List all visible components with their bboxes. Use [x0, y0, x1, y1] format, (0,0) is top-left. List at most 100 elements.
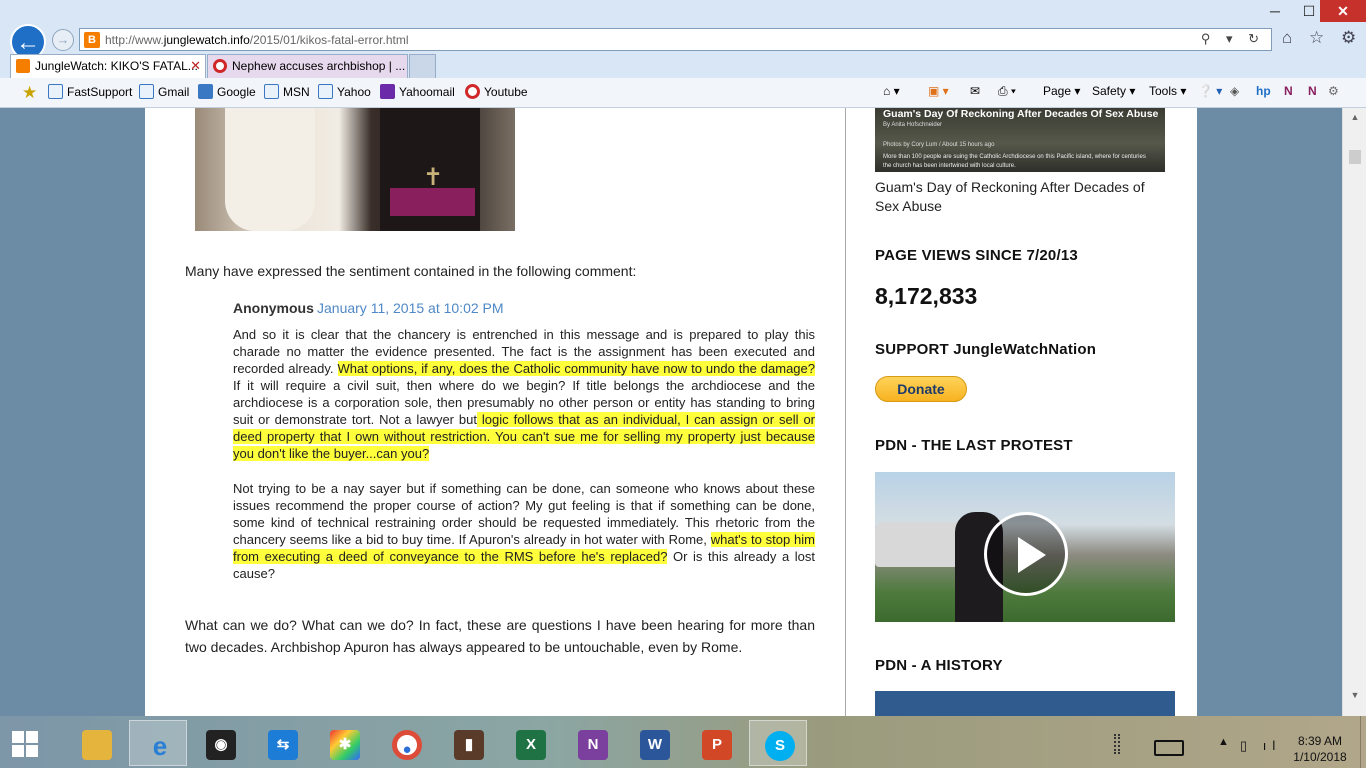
- news-thumb-description: More than 100 people are suing the Catho…: [883, 154, 1146, 169]
- news-thumb-title: Guam's Day Of Reckoning After Decades Of…: [883, 108, 1159, 120]
- powerpoint-icon[interactable]: P: [687, 720, 745, 766]
- show-hidden-icons[interactable]: ▲: [1218, 736, 1229, 748]
- url-text[interactable]: http://www.junglewatch.info/2015/01/kiko…: [105, 33, 409, 47]
- comment-date-link[interactable]: January 11, 2015 at 10:02 PM: [317, 300, 504, 316]
- ie-page-icon: [264, 84, 279, 99]
- camera-icon: ◉: [206, 730, 236, 760]
- favorite-google[interactable]: Google: [198, 84, 256, 99]
- web-page: ✝ Many have expressed the sentiment cont…: [0, 108, 1342, 716]
- photo-figure-white: [225, 108, 315, 231]
- donate-button[interactable]: Donate: [875, 376, 967, 402]
- yahoo-icon: [380, 84, 395, 99]
- start-pane: [26, 731, 38, 743]
- internet-explorer-icon[interactable]: e: [129, 720, 187, 766]
- gear-icon[interactable]: ⚙: [1328, 84, 1339, 98]
- comment-paragraph: Not trying to be a nay sayer but if some…: [233, 480, 815, 582]
- vertical-scrollbar[interactable]: ▲ ▼: [1342, 108, 1366, 716]
- onenote-send-icon[interactable]: N: [1308, 84, 1317, 98]
- history-heading: PDN - A HISTORY: [875, 657, 1003, 674]
- favorite-fastsupport[interactable]: FastSupport: [48, 84, 132, 99]
- favorites-star-icon[interactable]: ★: [22, 83, 37, 103]
- home-favorites-settings-icon[interactable]: ⌂ ☆ ⚙: [1282, 28, 1362, 48]
- address-actions-icon[interactable]: ⚲ ▾ ↻: [1201, 31, 1265, 47]
- word-icon[interactable]: W: [625, 720, 683, 766]
- blogger-icon: [16, 59, 30, 73]
- mail-icon[interactable]: ✉: [970, 84, 980, 98]
- favorite-yahoomail[interactable]: Yahoomail: [380, 84, 455, 99]
- highlighted-text: What options, if any, does the Catholic …: [337, 361, 815, 376]
- onenote-addin-icon[interactable]: N: [1284, 84, 1293, 98]
- news-thumb-credit: Photos by Cory Lum / About 15 hours ago: [883, 142, 995, 148]
- page-menu[interactable]: Page ▾: [1043, 84, 1080, 98]
- comment-paragraph: And so it is clear that the chancery is …: [233, 326, 815, 462]
- url-path: /2015/01/kikos-fatal-error.html: [249, 33, 409, 47]
- clock-time[interactable]: 8:39 AM: [1288, 734, 1352, 748]
- hp-icon[interactable]: hp: [1256, 84, 1271, 98]
- forward-button[interactable]: →: [52, 29, 74, 51]
- home-menu-icon[interactable]: ⌂ ▾: [883, 84, 900, 98]
- news-caption-link[interactable]: Guam's Day of Reckoning After Decades of…: [875, 178, 1165, 216]
- tray-grip: [1114, 734, 1120, 754]
- photo-app-icon[interactable]: ✱: [315, 720, 373, 766]
- favorite-gmail[interactable]: Gmail: [139, 84, 189, 99]
- post-closing: What can we do? What can we do? In fact,…: [185, 617, 815, 655]
- book-app-icon[interactable]: ▮: [439, 720, 497, 766]
- blogger-icon: B: [84, 32, 100, 48]
- favorite-msn[interactable]: MSN: [264, 84, 310, 99]
- skype-logo-icon: S: [765, 731, 795, 761]
- close-tab-icon[interactable]: ✕: [190, 55, 201, 77]
- help-menu-icon[interactable]: ❔ ▾: [1198, 84, 1222, 98]
- scroll-thumb[interactable]: [1349, 150, 1361, 164]
- print-menu-icon[interactable]: ⎙ ▾: [998, 84, 1016, 99]
- teamviewer-icon[interactable]: ⇆: [253, 720, 311, 766]
- play-icon[interactable]: [984, 512, 1068, 596]
- address-bar[interactable]: B http://www.junglewatch.info/2015/01/ki…: [79, 28, 1272, 51]
- chrome-icon[interactable]: ●: [377, 720, 435, 766]
- browser-chrome: ─ ☐ ✕ ← → B http://www.junglewatch.info/…: [0, 0, 1366, 108]
- folder-icon: [82, 730, 112, 760]
- system-tray: ▲ ▯ ıl 8:39 AM 1/10/2018: [1110, 716, 1366, 768]
- history-video[interactable]: [875, 691, 1175, 716]
- favorite-yahoo[interactable]: Yahoo: [318, 84, 371, 99]
- close-window-button[interactable]: ✕: [1320, 0, 1366, 22]
- webcam-icon[interactable]: ◉: [191, 720, 249, 766]
- minimize-button[interactable]: ─: [1258, 0, 1292, 22]
- news-thumbnail[interactable]: Guam's Day Of Reckoning After Decades Of…: [875, 108, 1165, 172]
- safety-menu[interactable]: Safety ▾: [1092, 84, 1135, 98]
- play-triangle: [1018, 537, 1046, 573]
- feeds-menu-icon[interactable]: ▣ ▾: [928, 84, 949, 98]
- remote-icon: ⇆: [268, 730, 298, 760]
- navigation-row: ← → B http://www.junglewatch.info/2015/0…: [0, 22, 1366, 60]
- opera-icon: [465, 84, 480, 99]
- start-pane: [26, 745, 38, 757]
- pageviews-heading: PAGE VIEWS SINCE 7/20/13: [875, 247, 1078, 264]
- extension-icon[interactable]: ◈: [1230, 84, 1239, 98]
- skype-icon[interactable]: S: [749, 720, 807, 766]
- new-tab-button[interactable]: [409, 54, 436, 78]
- clock-date[interactable]: 1/10/2018: [1288, 750, 1352, 764]
- windows-start-icon[interactable]: [6, 728, 44, 758]
- powerpoint-logo-icon: P: [702, 730, 732, 760]
- excel-icon[interactable]: X: [501, 720, 559, 766]
- tools-menu[interactable]: Tools ▾: [1149, 84, 1186, 98]
- excel-logo-icon: X: [516, 730, 546, 760]
- photos-icon: ✱: [330, 730, 360, 760]
- battery-signal-icon[interactable]: ▯ ıl: [1240, 738, 1281, 754]
- onenote-icon[interactable]: N: [563, 720, 621, 766]
- favorite-label: Yahoo: [337, 85, 371, 99]
- scroll-up-icon[interactable]: ▲: [1343, 108, 1366, 126]
- word-logo-icon: W: [640, 730, 670, 760]
- post-photo: ✝: [195, 108, 515, 231]
- post-intro: Many have expressed the sentiment contai…: [185, 263, 637, 279]
- favorite-label: Google: [217, 85, 256, 99]
- photo-sash: [390, 188, 475, 216]
- sidebar: Guam's Day Of Reckoning After Decades Of…: [846, 108, 1197, 716]
- protest-video[interactable]: [875, 472, 1175, 622]
- favorite-youtube[interactable]: Youtube: [465, 84, 528, 99]
- tab-nephew-accuses[interactable]: Nephew accuses archbishop | ...: [207, 54, 408, 78]
- show-desktop-button[interactable]: [1360, 716, 1366, 768]
- tab-junglewatch[interactable]: JungleWatch: KIKO'S FATAL... ✕: [10, 54, 206, 78]
- file-explorer-icon[interactable]: [67, 720, 125, 766]
- scroll-down-icon[interactable]: ▼: [1343, 686, 1366, 704]
- touch-keyboard-icon[interactable]: [1154, 740, 1184, 756]
